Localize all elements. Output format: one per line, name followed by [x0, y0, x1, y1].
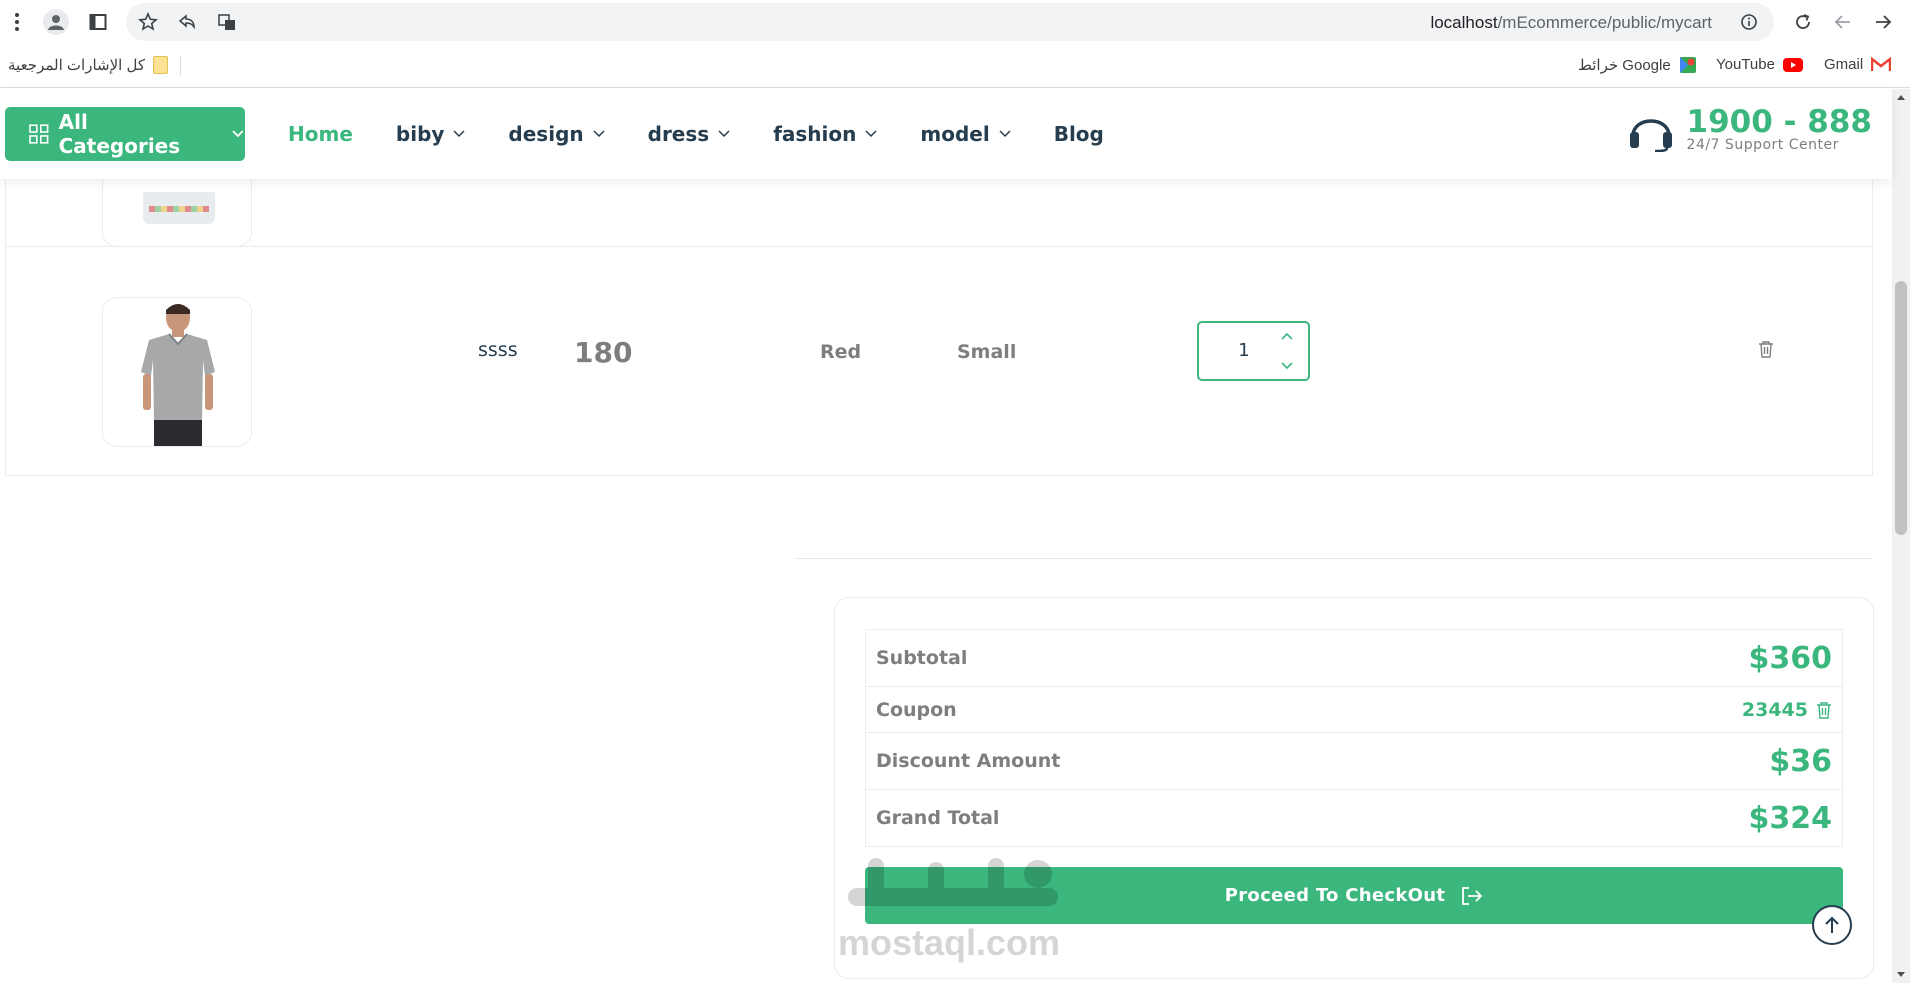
- bookmark-google-maps[interactable]: خرائط Google: [1578, 56, 1697, 74]
- site-info-icon[interactable]: [1736, 9, 1762, 35]
- scroll-to-top-button[interactable]: [1812, 905, 1852, 945]
- url-host: localhost: [1430, 13, 1498, 32]
- translate-icon[interactable]: [214, 9, 240, 35]
- chevron-down-icon: [999, 130, 1011, 138]
- chevron-down-icon: [232, 130, 244, 138]
- chevron-down-icon: [718, 130, 730, 138]
- arrow-up-icon: [1825, 916, 1839, 933]
- discount-label: Discount Amount: [876, 750, 1061, 772]
- support-center: 1900 - 888 24/7 Support Center: [1627, 107, 1872, 153]
- nav-label: design: [508, 122, 584, 146]
- subtotal-value: $360: [1748, 640, 1833, 676]
- url-path: /mEcommerce/public/mycart: [1497, 13, 1712, 32]
- product-color: Red: [820, 341, 862, 363]
- back-arrow-icon[interactable]: [1830, 9, 1856, 35]
- support-number: 1900 - 888: [1686, 104, 1872, 140]
- subtotal-label: Subtotal: [876, 647, 968, 669]
- subtotal-row: Subtotal $360: [866, 630, 1842, 687]
- section-divider: [795, 558, 1873, 559]
- google-maps-label: خرائط Google: [1578, 57, 1671, 74]
- folder-icon: [153, 56, 168, 74]
- side-panel-icon[interactable]: [85, 9, 111, 35]
- youtube-label: YouTube: [1716, 56, 1775, 73]
- quantity-stepper[interactable]: 1: [1197, 321, 1310, 381]
- nav-label: biby: [395, 122, 445, 146]
- all-categories-label: All Categories: [58, 110, 181, 158]
- nav-item-fashion[interactable]: fashion: [773, 122, 877, 146]
- url-text: localhost/mEcommerce/public/mycart: [1430, 13, 1712, 33]
- bookmark-youtube[interactable]: YouTube: [1716, 56, 1803, 73]
- forward-arrow-icon[interactable]: [1870, 9, 1896, 35]
- bookmarks-bar: كل الإشارات المرجعية خرائط Google YouTub…: [0, 44, 1910, 88]
- youtube-icon: [1782, 57, 1803, 72]
- grand-total-row: Grand Total $324: [866, 790, 1842, 846]
- product-size: Small: [957, 341, 1017, 363]
- maps-icon: [1679, 57, 1696, 73]
- remove-coupon-trash-icon[interactable]: [1816, 701, 1832, 719]
- nav-item-model[interactable]: model: [920, 122, 1011, 146]
- coupon-code: 23445: [1741, 698, 1808, 721]
- coupon-row: Coupon 23445: [866, 687, 1842, 733]
- product-price: 180: [574, 336, 633, 369]
- chevron-down-icon: [453, 130, 465, 138]
- reload-icon[interactable]: [1790, 9, 1816, 35]
- product-name[interactable]: ssss: [478, 339, 518, 361]
- product-thumbnail-partial: [143, 192, 215, 224]
- all-bookmarks-label: كل الإشارات المرجعية: [8, 57, 145, 74]
- chevron-up-icon[interactable]: [1280, 329, 1294, 343]
- coupon-label: Coupon: [876, 698, 957, 721]
- nav-label: Blog: [1053, 122, 1104, 146]
- grand-total-label: Grand Total: [876, 807, 1000, 829]
- discount-row: Discount Amount $36: [866, 733, 1842, 790]
- main-nav: Home biby design dress fashion model Blo…: [288, 89, 1104, 179]
- gmail-label: Gmail: [1824, 56, 1864, 73]
- scroll-up-arrow-icon[interactable]: [1896, 93, 1906, 101]
- cart-totals-card: Subtotal $360 Coupon 23445 Discount Amou…: [834, 597, 1874, 979]
- tshirt-model-image: [103, 298, 251, 446]
- profile-icon[interactable]: [43, 9, 69, 35]
- gmail-icon: [1871, 57, 1892, 71]
- headset-icon: [1629, 119, 1672, 152]
- browser-toolbar: localhost/mEcommerce/public/mycart: [0, 0, 1910, 44]
- chevron-down-icon[interactable]: [1280, 359, 1294, 373]
- nav-item-biby[interactable]: biby: [396, 122, 466, 146]
- logout-arrow-icon: [1462, 886, 1483, 905]
- checkout-label: Proceed To CheckOut: [1224, 885, 1446, 906]
- scrollbar-thumb[interactable]: [1895, 281, 1907, 535]
- share-icon[interactable]: [174, 9, 200, 35]
- nav-label: fashion: [773, 122, 857, 146]
- discount-value: $36: [1769, 743, 1832, 779]
- nav-label: dress: [647, 122, 710, 146]
- coupon-info: 23445: [1742, 699, 1832, 721]
- bookmark-gmail[interactable]: Gmail: [1824, 56, 1892, 73]
- quantity-value[interactable]: 1: [1199, 340, 1289, 361]
- nav-item-design[interactable]: design: [508, 122, 605, 146]
- nav-item-home[interactable]: Home: [288, 122, 353, 146]
- cart-row-previous: [5, 97, 1873, 247]
- cart-totals-table: Subtotal $360 Coupon 23445 Discount Amou…: [865, 629, 1843, 847]
- address-bar[interactable]: localhost/mEcommerce/public/mycart: [126, 3, 1774, 41]
- product-image[interactable]: [102, 297, 252, 447]
- bookmark-star-icon[interactable]: [135, 9, 161, 35]
- nav-label: Home: [288, 122, 353, 146]
- cart-row: ssss 180 Red Small 1: [5, 246, 1873, 476]
- all-bookmarks[interactable]: كل الإشارات المرجعية: [8, 56, 168, 74]
- site-header: All Categories Home biby design dress fa…: [0, 89, 1892, 179]
- bookmarks-divider: [180, 56, 181, 76]
- all-categories-button[interactable]: All Categories: [5, 107, 245, 161]
- nav-item-blog[interactable]: Blog: [1054, 122, 1104, 146]
- proceed-to-checkout-button[interactable]: Proceed To CheckOut: [865, 867, 1843, 924]
- grid-icon: [29, 124, 49, 144]
- chevron-down-icon: [865, 130, 877, 138]
- trash-icon[interactable]: [1758, 340, 1774, 358]
- browser-menu-icon[interactable]: [4, 9, 30, 35]
- scroll-down-arrow-icon[interactable]: [1896, 971, 1906, 979]
- page-scrollbar[interactable]: [1892, 89, 1910, 983]
- grand-total-value: $324: [1748, 800, 1833, 836]
- chevron-down-icon: [593, 130, 605, 138]
- nav-item-dress[interactable]: dress: [648, 122, 731, 146]
- nav-label: model: [920, 122, 990, 146]
